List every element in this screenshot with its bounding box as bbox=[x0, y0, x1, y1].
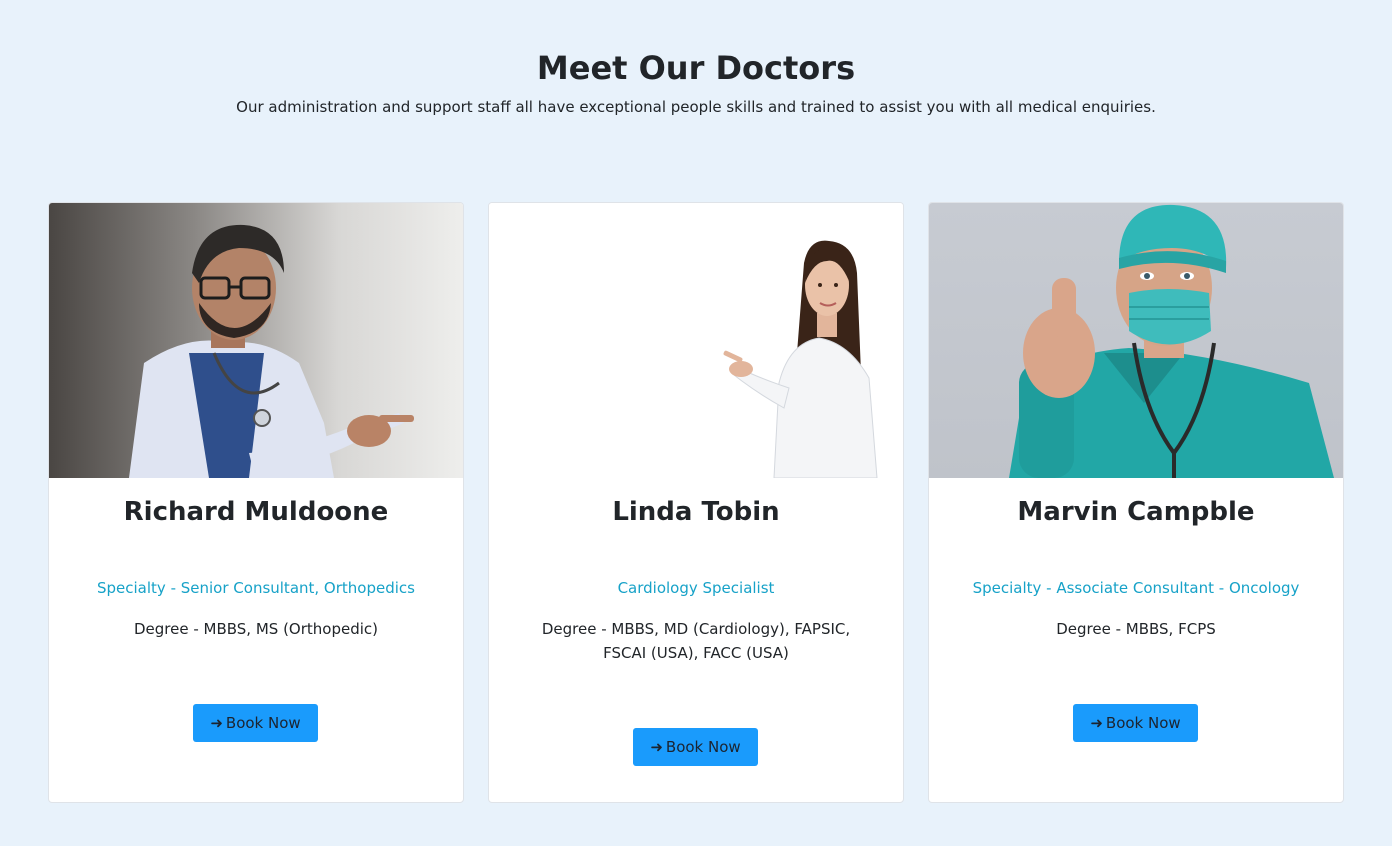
doctor-card: Marvin Campble Specialty - Associate Con… bbox=[928, 202, 1344, 803]
book-now-label: Book Now bbox=[665, 738, 741, 756]
doctor-degree: Degree - MBBS, MS (Orthopedic) bbox=[133, 620, 379, 638]
doctor-card: Richard Muldoone Specialty - Senior Cons… bbox=[48, 202, 464, 803]
doctor-degree: Degree - MBBS, MD (Cardiology), FAPSIC, … bbox=[541, 620, 851, 662]
arrow-right-icon: ➜ bbox=[650, 738, 663, 756]
arrow-right-icon: ➜ bbox=[1090, 714, 1103, 732]
doctor-specialty: Specialty - Senior Consultant, Orthopedi… bbox=[97, 579, 415, 597]
book-now-label: Book Now bbox=[225, 714, 301, 732]
doctor-photo bbox=[929, 203, 1343, 478]
doctor-photo bbox=[489, 203, 903, 478]
doctor-name: Richard Muldoone bbox=[123, 497, 389, 527]
book-now-button[interactable]: ➜ Book Now bbox=[193, 704, 318, 742]
doctor-specialty: Specialty - Associate Consultant - Oncol… bbox=[972, 579, 1300, 597]
book-now-button[interactable]: ➜ Book Now bbox=[633, 728, 758, 766]
book-now-button[interactable]: ➜ Book Now bbox=[1073, 704, 1198, 742]
doctor-degree: Degree - MBBS, FCPS bbox=[1056, 620, 1216, 638]
book-now-label: Book Now bbox=[1105, 714, 1181, 732]
doctor-name: Linda Tobin bbox=[612, 497, 780, 527]
doctor-name: Marvin Campble bbox=[1017, 497, 1255, 527]
doctors-section: Meet Our Doctors Our administration and … bbox=[0, 0, 1392, 846]
doctor-photo bbox=[49, 203, 463, 478]
doctor-specialty: Cardiology Specialist bbox=[617, 579, 775, 597]
section-subtitle: Our administration and support staff all… bbox=[236, 98, 1156, 116]
section-title: Meet Our Doctors bbox=[536, 49, 856, 87]
arrow-right-icon: ➜ bbox=[210, 714, 223, 732]
doctor-card: Linda Tobin Cardiology Specialist Degree… bbox=[488, 202, 904, 803]
